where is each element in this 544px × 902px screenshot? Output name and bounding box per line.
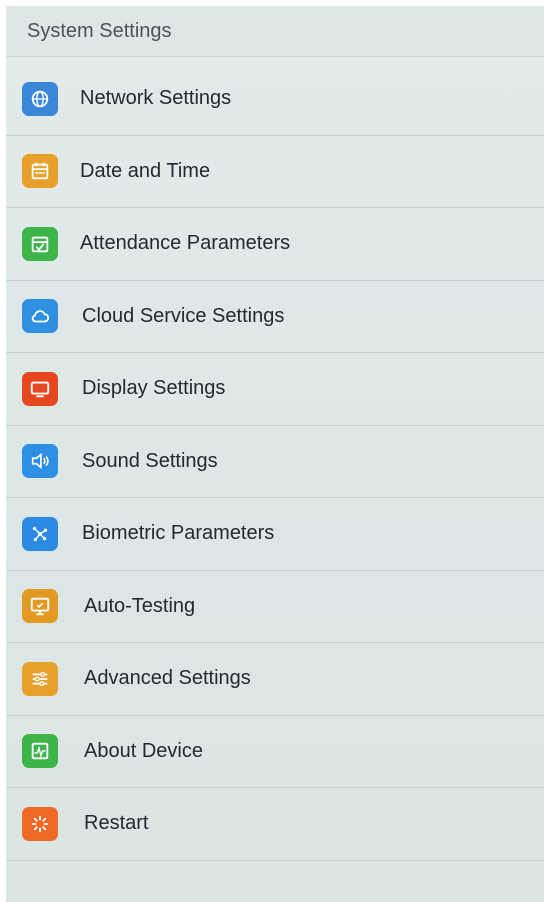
sliders-icon	[22, 661, 58, 696]
monitor-icon	[22, 371, 58, 406]
menu-item-label: Attendance Parameters	[80, 232, 291, 255]
menu-item-cloud-service-settings[interactable]: Cloud Service Settings	[6, 281, 544, 353]
calendar-icon	[22, 154, 58, 189]
menu-item-label: Cloud Service Settings	[82, 304, 285, 327]
menu-item-label: Advanced Settings	[84, 667, 251, 690]
settings-screen: System Settings Network Settings Date an…	[6, 6, 544, 902]
page-title: System Settings	[6, 6, 544, 57]
menu-item-about-device[interactable]: About Device	[6, 716, 544, 788]
device-info-icon	[22, 734, 58, 769]
menu-item-label: Biometric Parameters	[82, 522, 275, 545]
page-title-text: System Settings	[27, 19, 172, 42]
menu-item-biometric-parameters[interactable]: Biometric Parameters	[6, 498, 544, 571]
menu-item-label: Auto-Testing	[84, 594, 196, 617]
menu-item-label: Restart	[84, 812, 149, 835]
biometric-icon	[22, 516, 58, 551]
menu-item-sound-settings[interactable]: Sound Settings	[6, 426, 544, 498]
menu-item-network-settings[interactable]: Network Settings	[6, 63, 544, 136]
menu-item-auto-testing[interactable]: Auto-Testing	[6, 571, 544, 643]
network-globe-icon	[22, 81, 58, 116]
calendar-check-icon	[22, 226, 58, 261]
menu-item-advanced-settings[interactable]: Advanced Settings	[6, 643, 544, 716]
menu-item-display-settings[interactable]: Display Settings	[6, 353, 544, 426]
monitor-check-icon	[22, 589, 58, 624]
settings-menu: Network Settings Date and Time Attendanc…	[6, 63, 544, 861]
restart-icon	[22, 806, 58, 841]
speaker-icon	[22, 444, 58, 479]
menu-item-label: About Device	[84, 739, 203, 762]
menu-item-restart[interactable]: Restart	[6, 788, 544, 861]
menu-item-attendance-parameters[interactable]: Attendance Parameters	[6, 208, 544, 281]
menu-item-date-and-time[interactable]: Date and Time	[6, 136, 544, 208]
menu-item-label: Network Settings	[80, 87, 232, 110]
menu-item-label: Sound Settings	[82, 449, 218, 472]
menu-item-label: Date and Time	[80, 159, 211, 182]
menu-item-label: Display Settings	[82, 377, 226, 400]
cloud-icon	[22, 299, 58, 334]
